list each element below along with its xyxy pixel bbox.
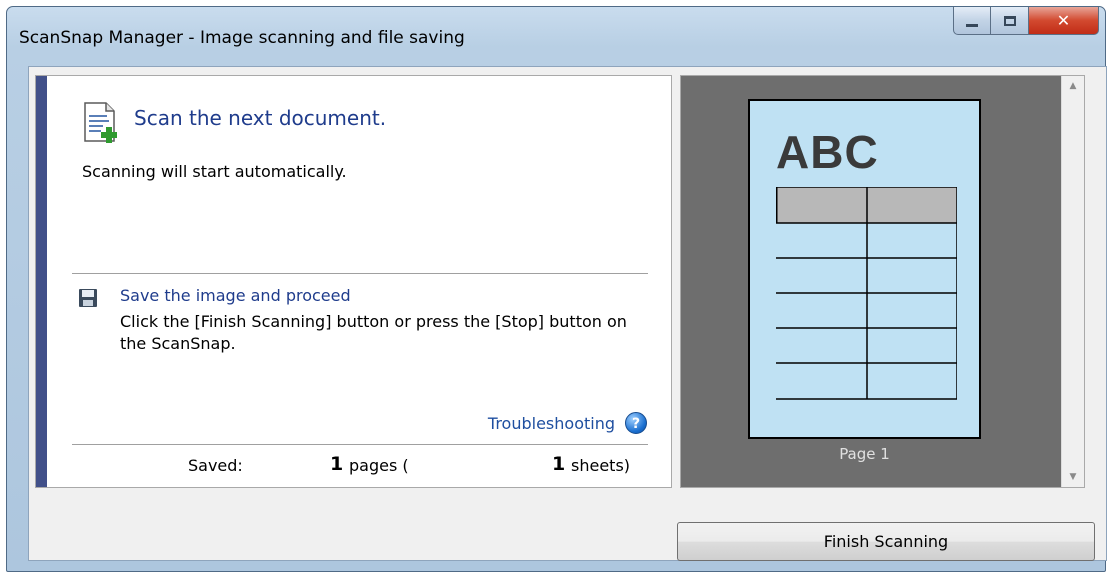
thumbnail-heading-text: ABC [776, 126, 879, 178]
status-heading: Scan the next document. [134, 106, 387, 130]
dialog-client-area: Scan the next document. Scanning will st… [28, 66, 1107, 561]
finish-scanning-button[interactable]: Finish Scanning [677, 522, 1095, 561]
troubleshooting-link[interactable]: Troubleshooting [488, 414, 615, 433]
minimize-button[interactable] [953, 7, 991, 35]
maximize-icon [1003, 15, 1016, 26]
window-controls: ✕ [953, 7, 1099, 35]
pages-label: pages ( [349, 456, 409, 475]
save-instruction: Click the [Finish Scanning] button or pr… [120, 312, 627, 353]
divider-top [72, 273, 648, 274]
preview-scrollbar[interactable]: ▲ ▼ [1061, 76, 1084, 487]
sheets-count: 1 [552, 453, 566, 475]
saved-stats: Saved: 1 pages ( 1 sheets) [36, 453, 671, 480]
page-thumbnail[interactable]: ABC [748, 99, 981, 439]
page-label: Page 1 [839, 445, 890, 463]
thumbnail-table [776, 187, 957, 400]
status-subtext: Scanning will start automatically. [82, 162, 347, 181]
status-panel: Scan the next document. Scanning will st… [35, 75, 672, 488]
save-and-proceed-link[interactable]: Save the image and proceed [120, 286, 351, 305]
close-icon: ✕ [1056, 11, 1071, 30]
window-title: ScanSnap Manager - Image scanning and fi… [19, 28, 465, 48]
scroll-up-arrow-icon[interactable]: ▲ [1062, 76, 1084, 96]
document-add-icon [84, 102, 117, 143]
help-icon[interactable]: ? [625, 412, 647, 434]
sheets-label: sheets) [571, 456, 631, 475]
divider-bottom [72, 444, 648, 445]
scroll-down-arrow-icon[interactable]: ▼ [1062, 467, 1084, 487]
page-preview-panel: ABC Page 1 [680, 75, 1085, 488]
pages-count: 1 [330, 453, 344, 475]
close-button[interactable]: ✕ [1029, 7, 1099, 35]
minimize-icon [966, 24, 978, 27]
scansnap-window: ScanSnap Manager - Image scanning and fi… [6, 6, 1107, 572]
title-bar[interactable]: ScanSnap Manager - Image scanning and fi… [7, 7, 1105, 65]
saved-label: Saved: [188, 456, 243, 475]
maximize-button[interactable] [991, 7, 1029, 35]
floppy-disk-icon [79, 289, 97, 307]
accent-bar [36, 76, 47, 487]
